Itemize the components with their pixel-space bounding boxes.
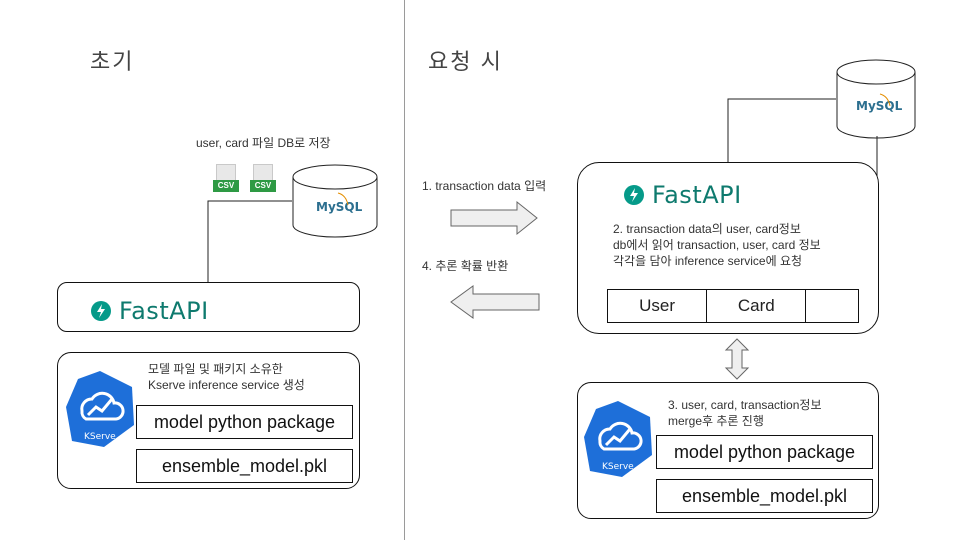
right-arrow	[450, 200, 538, 236]
step4-label: 4. 추론 확률 반환	[422, 259, 509, 273]
left-arrow	[450, 285, 540, 319]
step3-line2: merge후 추론 진행	[668, 414, 764, 428]
step3-line1: 3. user, card, transaction정보	[668, 398, 822, 412]
fastapi-logo-icon	[624, 185, 644, 205]
table-cell-empty	[806, 290, 858, 322]
step2-line1: 2. transaction data의 user, card정보	[613, 222, 801, 236]
step2-line3: 각각을 담아 inference service에 요청	[613, 254, 803, 268]
model-pkl-box: ensemble_model.pkl	[656, 479, 873, 513]
step2-line2: db에서 읽어 transaction, user, card 정보	[613, 238, 821, 252]
table-cell-card: Card	[707, 290, 807, 322]
kserve-inference-box: KServe 3. user, card, transaction정보 merg…	[577, 382, 879, 519]
model-package-box: model python package	[656, 435, 873, 469]
bidirectional-arrow	[724, 338, 750, 380]
table-cell-user: User	[608, 290, 708, 322]
fastapi-label: FastAPI	[652, 181, 742, 209]
kserve-logo-icon: KServe	[584, 401, 652, 477]
svg-text:KServe: KServe	[602, 462, 634, 472]
request-payload-table: User Card	[607, 289, 859, 323]
fastapi-box: FastAPI 2. transaction data의 user, card정…	[577, 162, 879, 334]
step1-label: 1. transaction data 입력	[422, 179, 547, 193]
